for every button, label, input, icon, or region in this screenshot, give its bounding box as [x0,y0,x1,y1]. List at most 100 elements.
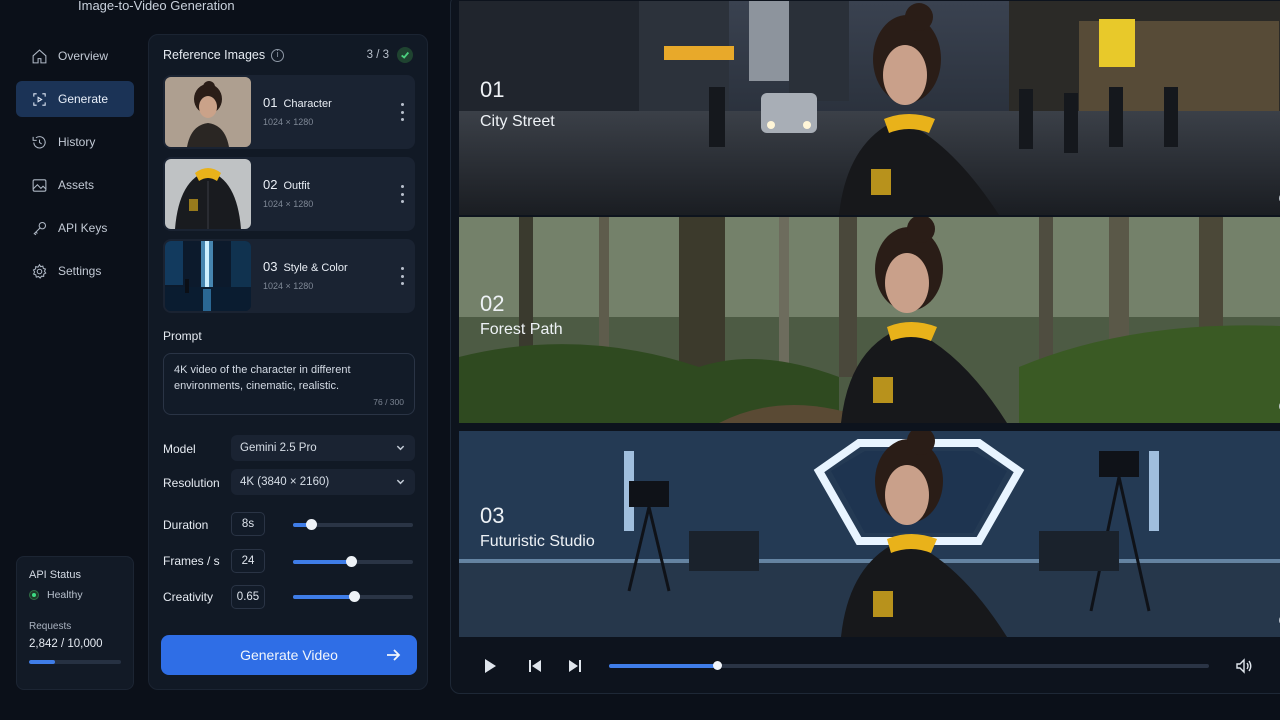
sidebar-item-label: API Keys [58,221,108,235]
status-dot-icon [29,590,39,600]
reference-card-outfit[interactable]: 02 Outfit 1024 × 1280 [163,157,415,231]
chevron-down-icon [396,477,405,486]
generate-video-button[interactable]: Generate Video [161,635,417,675]
prompt-textarea[interactable]: 4K video of the character in different e… [163,353,415,415]
slider-handle[interactable] [306,519,317,530]
generate-video-label: Generate Video [240,647,338,663]
slider-fill [293,560,351,564]
reference-card-character[interactable]: 01 Character 1024 × 1280 [163,75,415,149]
volume-icon[interactable] [1235,657,1253,675]
api-health-label: Healthy [47,589,83,601]
playback-handle[interactable] [713,661,722,670]
resolution-select[interactable]: 4K (3840 × 2160) [231,469,415,495]
more-options-icon[interactable] [399,103,405,121]
creativity-input[interactable]: 0.65 [231,585,265,609]
creativity-label: Creativity [163,590,214,604]
sidebar-item-generate[interactable]: Generate [16,81,134,117]
reference-images-header: Reference Images i 3 / 3 [163,47,413,63]
gear-icon [30,262,48,280]
model-label: Model [163,442,196,456]
prompt-text: 4K video of the character in different e… [174,364,351,392]
resolution-value: 4K (3840 × 2160) [240,476,330,488]
player-controls [451,643,1280,687]
frame-futuristic-studio[interactable]: 03 Futuristic Studio 00 [459,431,1280,637]
skip-forward-icon[interactable] [566,657,584,675]
frame-title: City Street [480,113,555,130]
duration-slider[interactable] [293,519,413,530]
reference-number: 01 [263,95,278,110]
more-options-icon[interactable] [399,185,405,203]
duration-input[interactable]: 8s [231,512,265,536]
reference-count: 3 / 3 [366,49,389,61]
reference-label: Style & Color [283,262,348,274]
playback-progress-fill [609,664,717,668]
prompt-label: Prompt [163,329,202,343]
sidebar: Overview Generate History Assets API Key… [16,38,134,296]
fps-label: Frames / s [163,554,220,568]
api-status-card: API Status Healthy Requests 2,842 / 10,0… [16,556,134,690]
requests-progress-bar [29,660,121,664]
reference-label: Outfit [283,180,310,192]
info-icon[interactable]: i [271,48,285,62]
reference-number: 03 [263,259,278,274]
character-thumbnail [165,77,251,147]
home-icon [30,47,48,65]
app-title: Image-to-Video Generation [78,0,235,13]
check-icon [397,47,413,63]
play-icon[interactable] [481,657,499,675]
frame-number: 03 [480,503,505,528]
playback-progress[interactable] [609,661,1209,670]
fps-input[interactable]: 24 [231,549,265,573]
video-preview: 01 City Street 00 02 For [450,0,1280,694]
api-status-title: API Status [29,569,81,581]
creativity-slider[interactable] [293,591,413,602]
frame-number: 02 [480,291,505,316]
model-select[interactable]: Gemini 2.5 Pro [231,435,415,461]
slider-handle[interactable] [345,556,357,567]
chevron-down-icon [396,443,405,452]
skip-back-icon[interactable] [526,657,544,675]
forest-path-image [459,217,1280,423]
city-street-image [459,1,1280,215]
generate-icon [30,90,48,108]
frame-title: Forest Path [480,321,563,338]
history-icon [30,133,48,151]
prompt-char-count: 76 / 300 [373,397,404,407]
slider-fill [293,595,355,599]
resolution-label: Resolution [163,476,220,490]
requests-progress-fill [29,660,56,664]
sidebar-item-label: History [58,135,96,149]
reference-card-style-color[interactable]: 03 Style & Color 1024 × 1280 [163,239,415,313]
requests-label: Requests [29,621,72,632]
frame-forest-path[interactable]: 02 Forest Path 00 [459,217,1280,423]
api-health: Healthy [29,589,121,601]
model-value: Gemini 2.5 Pro [240,442,317,454]
duration-label: Duration [163,518,209,532]
sidebar-item-history[interactable]: History [16,124,134,160]
sidebar-item-label: Generate [58,92,109,106]
sidebar-item-overview[interactable]: Overview [16,38,134,74]
sidebar-item-settings[interactable]: Settings [16,253,134,289]
more-options-icon[interactable] [399,267,405,285]
key-icon [30,219,48,237]
sidebar-item-api-keys[interactable]: API Keys [16,210,134,246]
outfit-thumbnail [165,159,251,229]
reference-number: 02 [263,177,278,192]
reference-label: Character [283,98,332,110]
sidebar-item-label: Assets [58,178,95,192]
reference-size: 1024 × 1280 [263,281,314,291]
image-icon [30,176,48,194]
reference-images-title: Reference Images [163,48,266,62]
frame-city-street[interactable]: 01 City Street 00 [459,1,1280,215]
reference-size: 1024 × 1280 [263,117,314,127]
fps-slider[interactable] [293,556,413,567]
arrow-right-icon [385,647,401,663]
slider-handle[interactable] [349,591,361,602]
style-color-thumbnail [165,241,251,311]
sidebar-item-assets[interactable]: Assets [16,167,134,203]
sidebar-item-label: Settings [58,264,102,278]
reference-size: 1024 × 1280 [263,199,314,209]
frame-number: 01 [480,77,505,102]
requests-value: 2,842 / 10,000 [29,638,103,650]
generation-panel: Reference Images i 3 / 3 01 Character 102… [148,34,428,690]
